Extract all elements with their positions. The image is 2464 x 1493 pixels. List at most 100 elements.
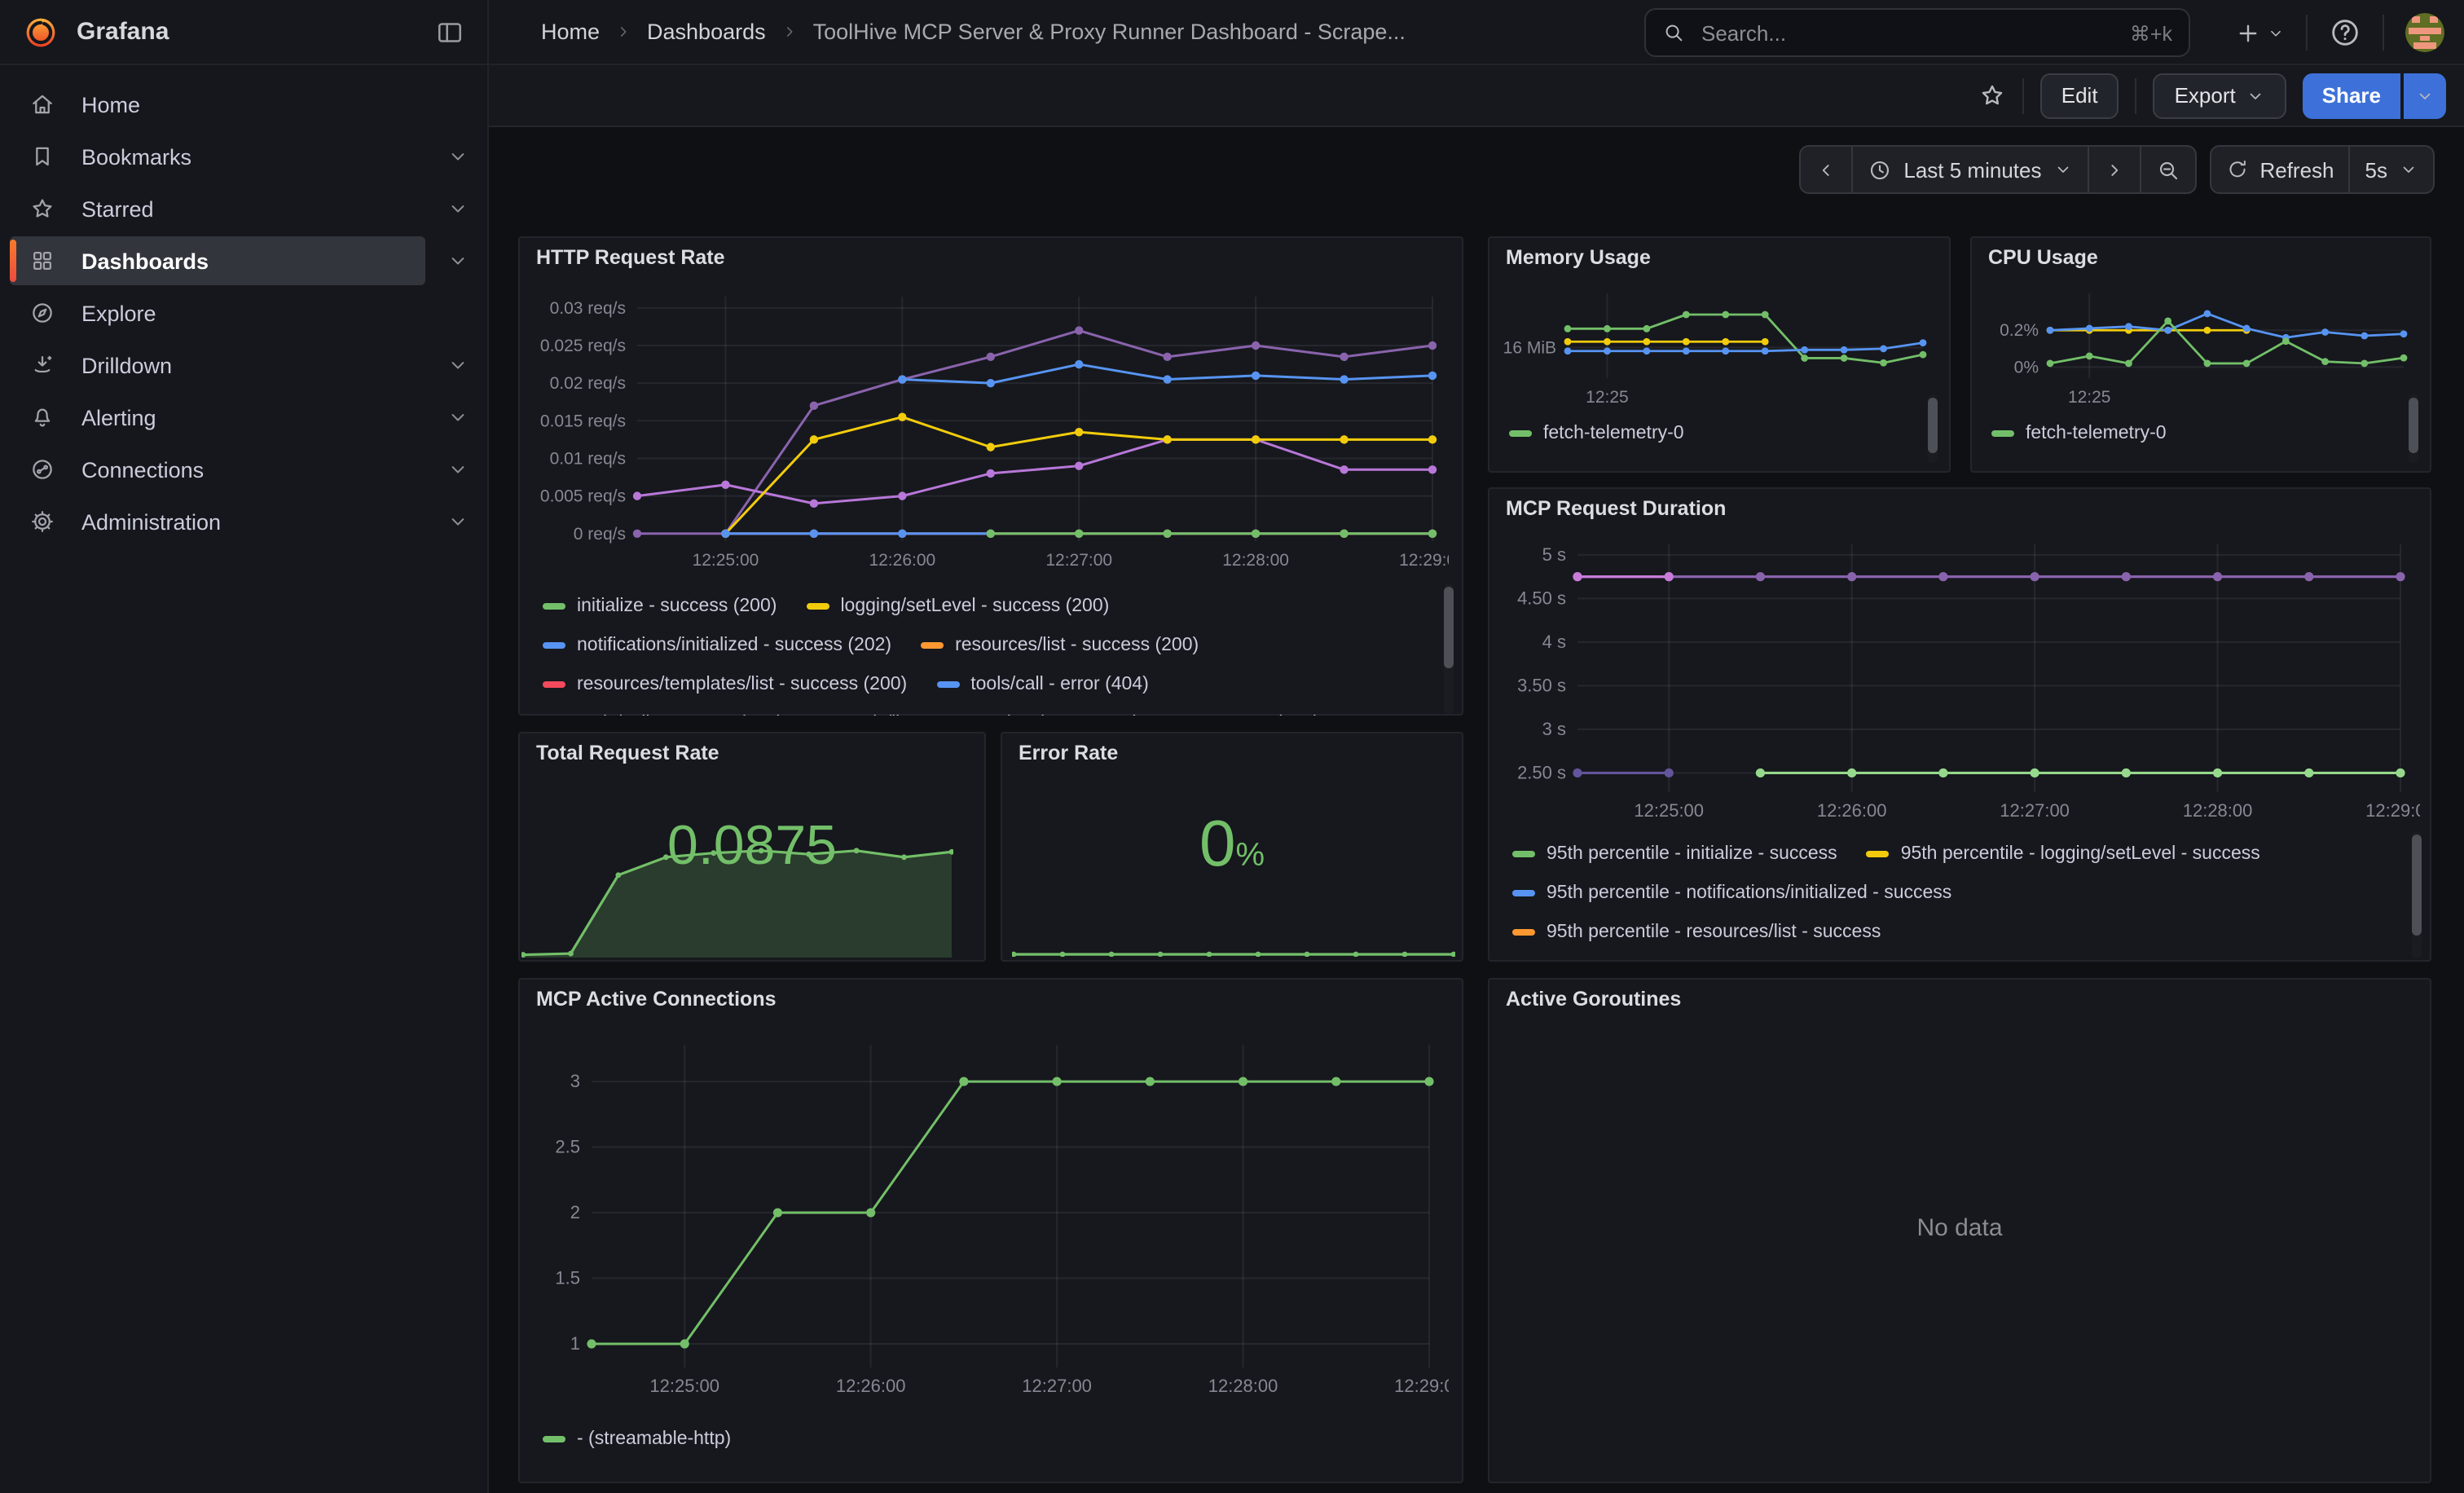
- home-icon: [29, 91, 55, 117]
- refresh-button[interactable]: Refresh: [2209, 145, 2350, 194]
- breadcrumb-item[interactable]: Home: [541, 20, 600, 44]
- legend-item[interactable]: tools/call - success (200): [543, 714, 783, 716]
- legend-item[interactable]: - (streamable-http): [543, 1429, 731, 1449]
- legend-label: resources/list - success (200): [955, 636, 1199, 655]
- svg-text:2.50 s: 2.50 s: [1517, 762, 1566, 782]
- panel-title[interactable]: MCP Active Connections: [536, 988, 777, 1011]
- sidebar-item-dashboards[interactable]: Dashboards: [0, 235, 487, 287]
- sidebar-item-label: Administration: [81, 509, 221, 534]
- svg-text:16 MiB: 16 MiB: [1503, 338, 1556, 357]
- legend-row: 95th percentile - resources/list - succe…: [1512, 913, 2384, 952]
- search-box[interactable]: ⌘+k: [1644, 8, 2190, 57]
- zoom-out-button[interactable]: [2141, 145, 2196, 194]
- divider: [2022, 77, 2024, 113]
- panel-active-goroutines: Active Goroutines No data: [1488, 978, 2431, 1483]
- legend-item[interactable]: notifications/initialized - success (202…: [543, 636, 891, 655]
- legend-item[interactable]: resources/list - success (200): [921, 636, 1199, 655]
- sidebar-item-home[interactable]: Home: [0, 78, 487, 130]
- sidebar-item-label: Dashboards: [81, 249, 209, 273]
- sidebar-item-label: Starred: [81, 196, 154, 221]
- star-icon: [29, 196, 55, 222]
- active-accent-bar: [10, 240, 16, 282]
- panel-title[interactable]: Total Request Rate: [536, 742, 719, 764]
- scrollbar-thumb[interactable]: [2409, 398, 2418, 453]
- legend-item[interactable]: 95th percentile - notifications/initiali…: [1512, 883, 1951, 903]
- sidebar-item-starred[interactable]: Starred: [0, 183, 487, 235]
- search-input[interactable]: [1698, 19, 2117, 46]
- panel-title[interactable]: MCP Request Duration: [1506, 497, 1726, 520]
- grafana-logo-icon[interactable]: [23, 14, 59, 50]
- sidebar-item-bookmarks[interactable]: Bookmarks: [0, 130, 487, 183]
- breadcrumb-item: ToolHive MCP Server & Proxy Runner Dashb…: [813, 20, 1406, 44]
- legend-item[interactable]: tools/list - success (200): [812, 714, 1048, 716]
- share-button[interactable]: Share: [2303, 73, 2400, 118]
- sidebar-item-connections[interactable]: Connections: [0, 443, 487, 495]
- legend-item[interactable]: tools/call - error (404): [936, 675, 1149, 694]
- time-range-picker[interactable]: Last 5 minutes: [1853, 145, 2088, 194]
- legend-label: initialize - success (200): [577, 597, 777, 616]
- svg-text:12:25:00: 12:25:00: [1634, 800, 1704, 821]
- avatar[interactable]: [2405, 13, 2444, 52]
- cpu-legend: fetch-telemetry-0: [1991, 414, 2383, 453]
- star-favorite-icon[interactable]: [1978, 81, 2006, 109]
- sidebar-item-label: Drilldown: [81, 353, 172, 377]
- legend-item[interactable]: 95th percentile - initialize - success: [1512, 844, 1837, 864]
- http-request-rate-chart[interactable]: 12:25:0012:26:0012:27:0012:28:0012:29:00…: [526, 277, 1449, 580]
- add-button[interactable]: [2234, 19, 2285, 46]
- scrollbar-thumb[interactable]: [1444, 587, 1454, 668]
- dock-sidebar-icon[interactable]: [435, 17, 464, 46]
- sidebar-item-label: Bookmarks: [81, 144, 191, 169]
- edit-button[interactable]: Edit: [2040, 73, 2119, 118]
- legend-swatch: [921, 642, 944, 649]
- divider: [2383, 15, 2384, 51]
- share-chevron-button[interactable]: [2404, 73, 2446, 118]
- legend-item[interactable]: logging/setLevel - success (200): [806, 597, 1109, 616]
- chevron-down-icon: [447, 406, 469, 429]
- sidebar-item-alerting[interactable]: Alerting: [0, 391, 487, 443]
- divider: [2306, 15, 2308, 51]
- chevron-down-icon: [2267, 24, 2285, 42]
- panel-title[interactable]: CPU Usage: [1988, 246, 2098, 269]
- memory-usage-chart[interactable]: 12:2516 MiB: [1493, 277, 1936, 404]
- mcp-request-duration-chart[interactable]: 12:25:0012:26:0012:27:0012:28:0012:29:00…: [1496, 525, 2420, 835]
- scrollbar-thumb[interactable]: [2412, 835, 2422, 936]
- mcp-active-connections-chart[interactable]: 12:25:0012:26:0012:27:0012:28:0012:29:00…: [526, 1022, 1449, 1413]
- legend-item[interactable]: fetch-telemetry-0: [1509, 424, 1684, 443]
- help-icon[interactable]: [2329, 16, 2361, 49]
- dashboard-canvas: Last 5 minutes Refresh 5s: [489, 127, 2464, 1493]
- time-controls: Last 5 minutes Refresh 5s: [1799, 145, 2435, 194]
- refresh-interval-picker[interactable]: 5s: [2351, 145, 2435, 194]
- drilldown-icon: [29, 352, 55, 378]
- legend-label: - (streamable-http): [577, 1429, 731, 1449]
- legend-item[interactable]: 95th percentile - logging/setLevel - suc…: [1867, 844, 2260, 864]
- cpu-usage-chart[interactable]: 12:250.2%0%: [1975, 277, 2417, 404]
- active-connections-legend: - (streamable-http): [543, 1420, 1195, 1459]
- sidebar-item-label: Explore: [81, 301, 156, 325]
- legend-swatch: [1512, 890, 1535, 896]
- panel-title[interactable]: Active Goroutines: [1506, 988, 1681, 1011]
- scrollbar-thumb[interactable]: [1928, 398, 1938, 453]
- time-shift-back-button[interactable]: [1799, 145, 1853, 194]
- legend-item[interactable]: unknown - success (200): [1077, 714, 1320, 716]
- panel-title[interactable]: HTTP Request Rate: [536, 246, 725, 269]
- svg-text:0 req/s: 0 req/s: [574, 525, 626, 544]
- breadcrumb-item[interactable]: Dashboards: [647, 20, 766, 44]
- sidebar-item-drilldown[interactable]: Drilldown: [0, 339, 487, 391]
- time-shift-forward-button[interactable]: [2088, 145, 2141, 194]
- apps-icon: [29, 248, 55, 274]
- panel-title[interactable]: Memory Usage: [1506, 246, 1651, 269]
- panel-title[interactable]: Error Rate: [1019, 742, 1118, 764]
- svg-text:3.50 s: 3.50 s: [1517, 675, 1566, 695]
- sidebar-item-administration[interactable]: Administration: [0, 495, 487, 548]
- legend-item[interactable]: fetch-telemetry-0: [1991, 424, 2167, 443]
- svg-text:1.5: 1.5: [555, 1268, 580, 1288]
- legend-item[interactable]: resources/templates/list - success (200): [543, 675, 907, 694]
- legend-item[interactable]: initialize - success (200): [543, 597, 777, 616]
- sidebar-item-highlight: [10, 236, 425, 285]
- export-button[interactable]: Export: [2154, 73, 2286, 118]
- sidebar-item-explore[interactable]: Explore: [0, 287, 487, 339]
- svg-text:12:28:00: 12:28:00: [2183, 800, 2253, 821]
- legend-label: fetch-telemetry-0: [1543, 424, 1684, 443]
- legend-item[interactable]: 95th percentile - resources/list - succe…: [1512, 923, 1881, 942]
- legend-label: 95th percentile - resources/list - succe…: [1547, 923, 1881, 942]
